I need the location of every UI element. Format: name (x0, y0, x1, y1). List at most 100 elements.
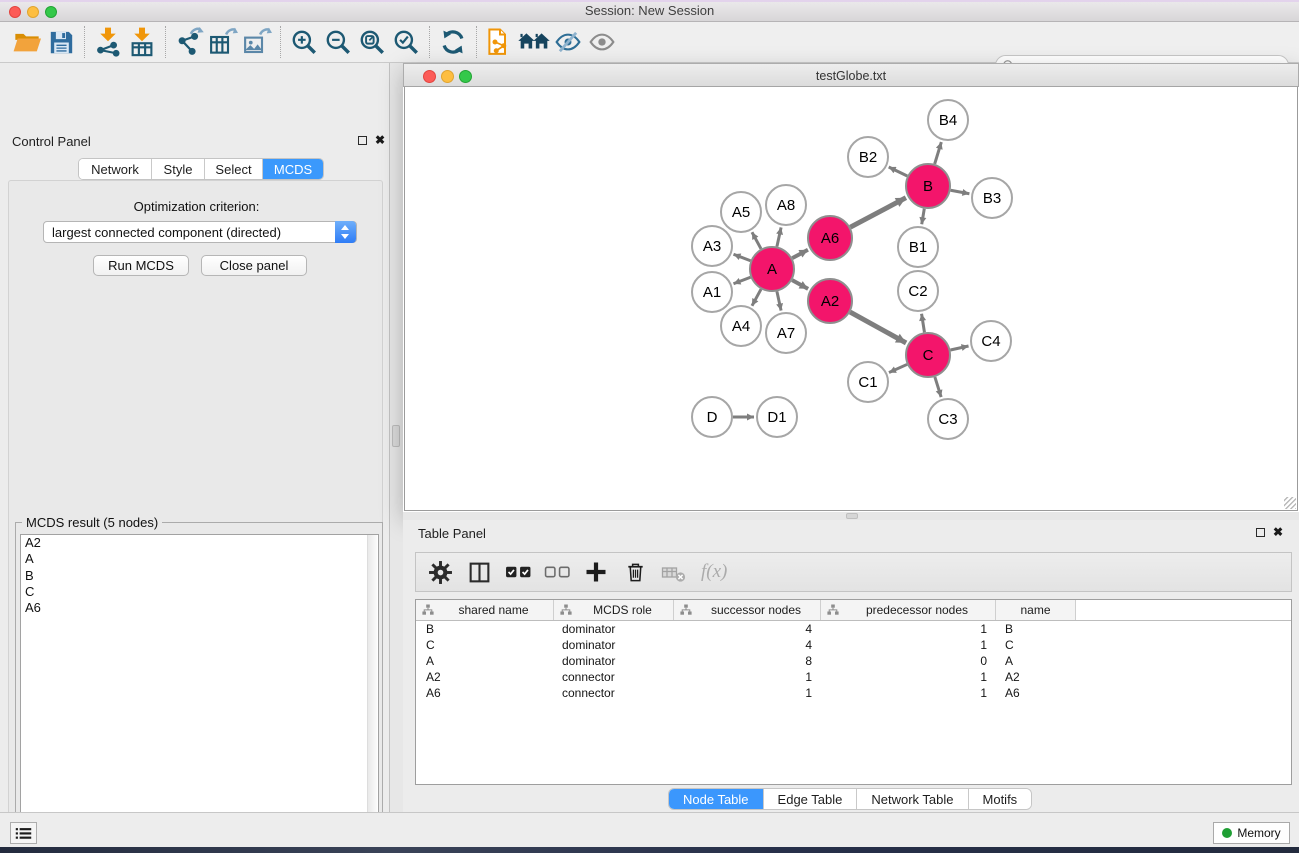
tab-edge-table[interactable]: Edge Table (764, 789, 858, 809)
tab-mcds[interactable]: MCDS (263, 159, 323, 179)
column-header-shared-name[interactable]: shared name (416, 600, 554, 620)
graph-node-label-A2: A2 (821, 293, 839, 310)
column-header-MCDS-role[interactable]: MCDS role (554, 600, 674, 620)
graph-edge-A-A1[interactable] (733, 277, 750, 284)
mcds-result-item[interactable]: C (21, 584, 378, 600)
float-table-panel-icon[interactable] (1256, 528, 1265, 537)
column-header-label: name (996, 603, 1075, 617)
graph-edge-C-C1[interactable] (889, 364, 907, 372)
graph-node-label-B2: B2 (859, 149, 877, 166)
mcds-result-list[interactable]: A2ABCA6 (20, 534, 379, 853)
delete-trash-icon[interactable] (619, 557, 651, 587)
window-resize-handle[interactable] (1284, 497, 1296, 509)
column-tree-icon (560, 604, 572, 616)
table-cell: B (996, 622, 1076, 636)
tab-network[interactable]: Network (79, 159, 152, 179)
graph-edge-B-B4[interactable] (935, 142, 942, 164)
mcds-result-item[interactable]: B (21, 568, 378, 584)
function-builder-icon[interactable]: f(x) (697, 561, 727, 583)
graph-edge-C-C4[interactable] (950, 346, 968, 350)
table-cell: A (996, 654, 1076, 668)
zoom-fit-icon[interactable] (355, 25, 389, 59)
tab-node-table[interactable]: Node Table (669, 789, 764, 809)
export-table-icon[interactable] (206, 25, 240, 59)
table-panel-title: Table Panel (418, 526, 486, 541)
close-panel-button[interactable]: Close panel (201, 255, 307, 276)
save-session-icon[interactable] (44, 25, 78, 59)
graph-edge-A-A5[interactable] (752, 232, 761, 249)
tab-motifs[interactable]: Motifs (969, 789, 1032, 809)
graph-edge-B-B3[interactable] (951, 190, 970, 194)
network-window-titlebar[interactable]: testGlobe.txt (403, 63, 1299, 87)
horizontal-splitter[interactable] (403, 512, 1299, 520)
graph-edge-A-A2[interactable] (792, 280, 808, 289)
graph-edge-A6-B[interactable] (850, 198, 906, 228)
graph-edge-A-A6[interactable] (792, 250, 808, 258)
import-table-icon[interactable] (125, 25, 159, 59)
graph-edge-B-B2[interactable] (889, 167, 908, 176)
graph-edge-A-A3[interactable] (733, 254, 750, 261)
zoom-out-icon[interactable] (321, 25, 355, 59)
graph-edge-C-C2[interactable] (922, 314, 925, 333)
close-panel-icon[interactable]: ✖ (375, 135, 385, 145)
export-network-icon[interactable] (172, 25, 206, 59)
table-cell: dominator (554, 638, 674, 652)
mcds-result-title: MCDS result (5 nodes) (22, 515, 162, 530)
table-cell: A (416, 654, 554, 668)
titlebar-accent-line (0, 0, 1299, 2)
result-list-scrollbar[interactable] (367, 535, 377, 853)
table-panel: Table Panel ✖ (403, 520, 1299, 812)
vertical-splitter-handle[interactable] (392, 425, 400, 447)
mcds-result-item[interactable]: A (21, 551, 378, 567)
show-columns-icon[interactable] (463, 557, 495, 587)
task-history-button[interactable] (10, 822, 37, 844)
table-row[interactable]: A6connector11A6 (416, 685, 1291, 701)
table-row[interactable]: Adominator80A (416, 653, 1291, 669)
table-row[interactable]: Cdominator41C (416, 637, 1291, 653)
zoom-selected-icon[interactable] (389, 25, 423, 59)
zoom-in-icon[interactable] (287, 25, 321, 59)
settings-gear-icon[interactable] (424, 557, 456, 587)
hide-help-icon[interactable] (551, 25, 585, 59)
tab-network-table[interactable]: Network Table (857, 789, 968, 809)
tab-select[interactable]: Select (205, 159, 263, 179)
mcds-result-item[interactable]: A2 (21, 535, 378, 551)
table-cell: A2 (996, 670, 1076, 684)
deselect-all-icon[interactable] (541, 557, 573, 587)
table-row[interactable]: Bdominator41B (416, 621, 1291, 637)
memory-button[interactable]: Memory (1213, 822, 1290, 844)
graph-edge-A-A8[interactable] (777, 227, 781, 246)
criterion-dropdown[interactable]: largest connected component (directed) (43, 221, 357, 243)
refresh-icon[interactable] (436, 25, 470, 59)
home-icon[interactable] (517, 25, 551, 59)
horizontal-splitter-handle[interactable] (846, 513, 858, 519)
show-graphics-details-icon[interactable] (585, 25, 619, 59)
float-panel-icon[interactable] (358, 136, 367, 145)
import-network-icon[interactable] (91, 25, 125, 59)
add-icon[interactable] (580, 557, 612, 587)
graph-node-label-A4: A4 (732, 318, 750, 335)
graph-node-label-B3: B3 (983, 190, 1001, 207)
select-all-icon[interactable] (502, 557, 534, 587)
delete-column-icon[interactable] (658, 557, 690, 587)
tab-style[interactable]: Style (152, 159, 205, 179)
optimization-criterion-label: Optimization criterion: (9, 199, 384, 214)
dropdown-stepper[interactable] (335, 221, 356, 243)
column-header-name[interactable]: name (996, 600, 1076, 620)
run-mcds-button[interactable]: Run MCDS (93, 255, 189, 276)
export-image-icon[interactable] (240, 25, 274, 59)
network-canvas[interactable]: B4B2BB3A5A8A6B1A3AA1C2A2A4A7C4CC1C3DD1 (404, 87, 1298, 511)
mcds-result-item[interactable]: A6 (21, 600, 378, 616)
graph-edge-A-A7[interactable] (777, 291, 781, 310)
graph-edge-C-C3[interactable] (935, 377, 941, 397)
open-session-icon[interactable] (10, 25, 44, 59)
duplicate-network-icon[interactable] (483, 25, 517, 59)
column-header-successor-nodes[interactable]: successor nodes (674, 600, 821, 620)
table-cell: connector (554, 670, 674, 684)
graph-edge-A-A4[interactable] (752, 289, 761, 306)
column-header-predecessor-nodes[interactable]: predecessor nodes (821, 600, 996, 620)
table-row[interactable]: A2connector11A2 (416, 669, 1291, 685)
graph-edge-B-B1[interactable] (922, 209, 925, 225)
close-table-panel-icon[interactable]: ✖ (1273, 527, 1283, 537)
graph-edge-A2-C[interactable] (850, 312, 906, 343)
